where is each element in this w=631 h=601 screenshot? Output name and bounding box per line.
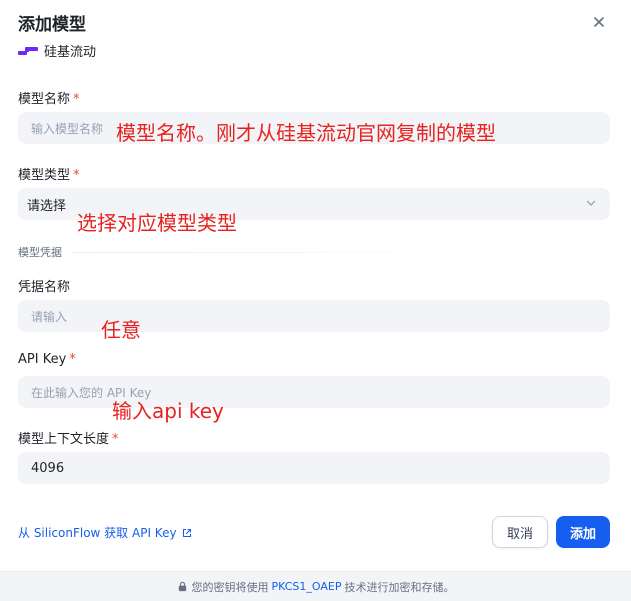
notice-suffix: 技术进行加密和存储。 [344, 580, 455, 594]
provider-name: 硅基流动 [44, 45, 97, 60]
api-key-label: API Key * [18, 352, 76, 367]
section-divider-line [72, 251, 492, 253]
notice-highlight: PKCS1_OAEP [271, 580, 342, 593]
add-model-dialog: 添加模型 硅基流动 模型名称 * 输入模型名称 模型名称。刚才从硅基流动官网复制的… [0, 0, 631, 601]
annotation-model-name: 模型名称。刚才从硅基流动官网复制的模型 [116, 121, 496, 145]
model-type-value: 请选择 [27, 198, 67, 214]
model-name-label-text: 模型名称 [18, 92, 71, 107]
model-name-placeholder: 输入模型名称 [31, 121, 104, 136]
model-type-label: 模型类型 * [18, 164, 80, 183]
required-mark: * [112, 432, 119, 447]
api-key-input[interactable]: 在此输入您的 API Key [18, 376, 610, 408]
context-length-value: 4096 [31, 460, 65, 476]
close-icon[interactable] [589, 12, 609, 32]
siliconflow-logo-icon [18, 46, 38, 55]
required-mark: * [73, 92, 80, 107]
annotation-model-type: 选择对应模型类型 [77, 211, 237, 235]
model-type-label-text: 模型类型 [18, 168, 71, 183]
add-button[interactable]: 添加 [556, 516, 610, 548]
cancel-button[interactable]: 取消 [492, 516, 548, 548]
context-length-label-text: 模型上下文长度 [18, 432, 110, 447]
required-mark: * [69, 352, 76, 367]
encryption-notice: 您的密钥将使用 PKCS1_OAEP 技术进行加密和存储。 [0, 571, 631, 601]
context-length-input[interactable]: 4096 [18, 452, 610, 484]
annotation-credential-name: 任意 [101, 318, 141, 342]
credential-name-label: 凭据名称 [18, 280, 71, 295]
chevron-down-icon [586, 200, 596, 206]
dialog-title: 添加模型 [18, 15, 86, 35]
get-api-key-link[interactable]: 从 SiliconFlow 获取 API Key [18, 524, 193, 541]
model-name-label: 模型名称 * [18, 88, 80, 107]
api-key-label-text: API Key [18, 352, 67, 367]
credentials-section-title: 模型凭据 [18, 246, 62, 259]
external-link-icon [182, 528, 191, 537]
credential-name-placeholder: 请输入 [31, 309, 68, 324]
credentials-section-divider: 模型凭据 [18, 244, 492, 260]
annotation-api-key: 输入api key [112, 399, 224, 423]
get-api-key-link-text: 从 SiliconFlow 获取 API Key [18, 526, 177, 540]
required-mark: * [73, 168, 80, 183]
provider-badge: 硅基流动 [18, 41, 96, 60]
notice-prefix: 您的密钥将使用 [191, 580, 269, 594]
lock-icon [178, 581, 186, 592]
context-length-label: 模型上下文长度 * [18, 428, 119, 447]
